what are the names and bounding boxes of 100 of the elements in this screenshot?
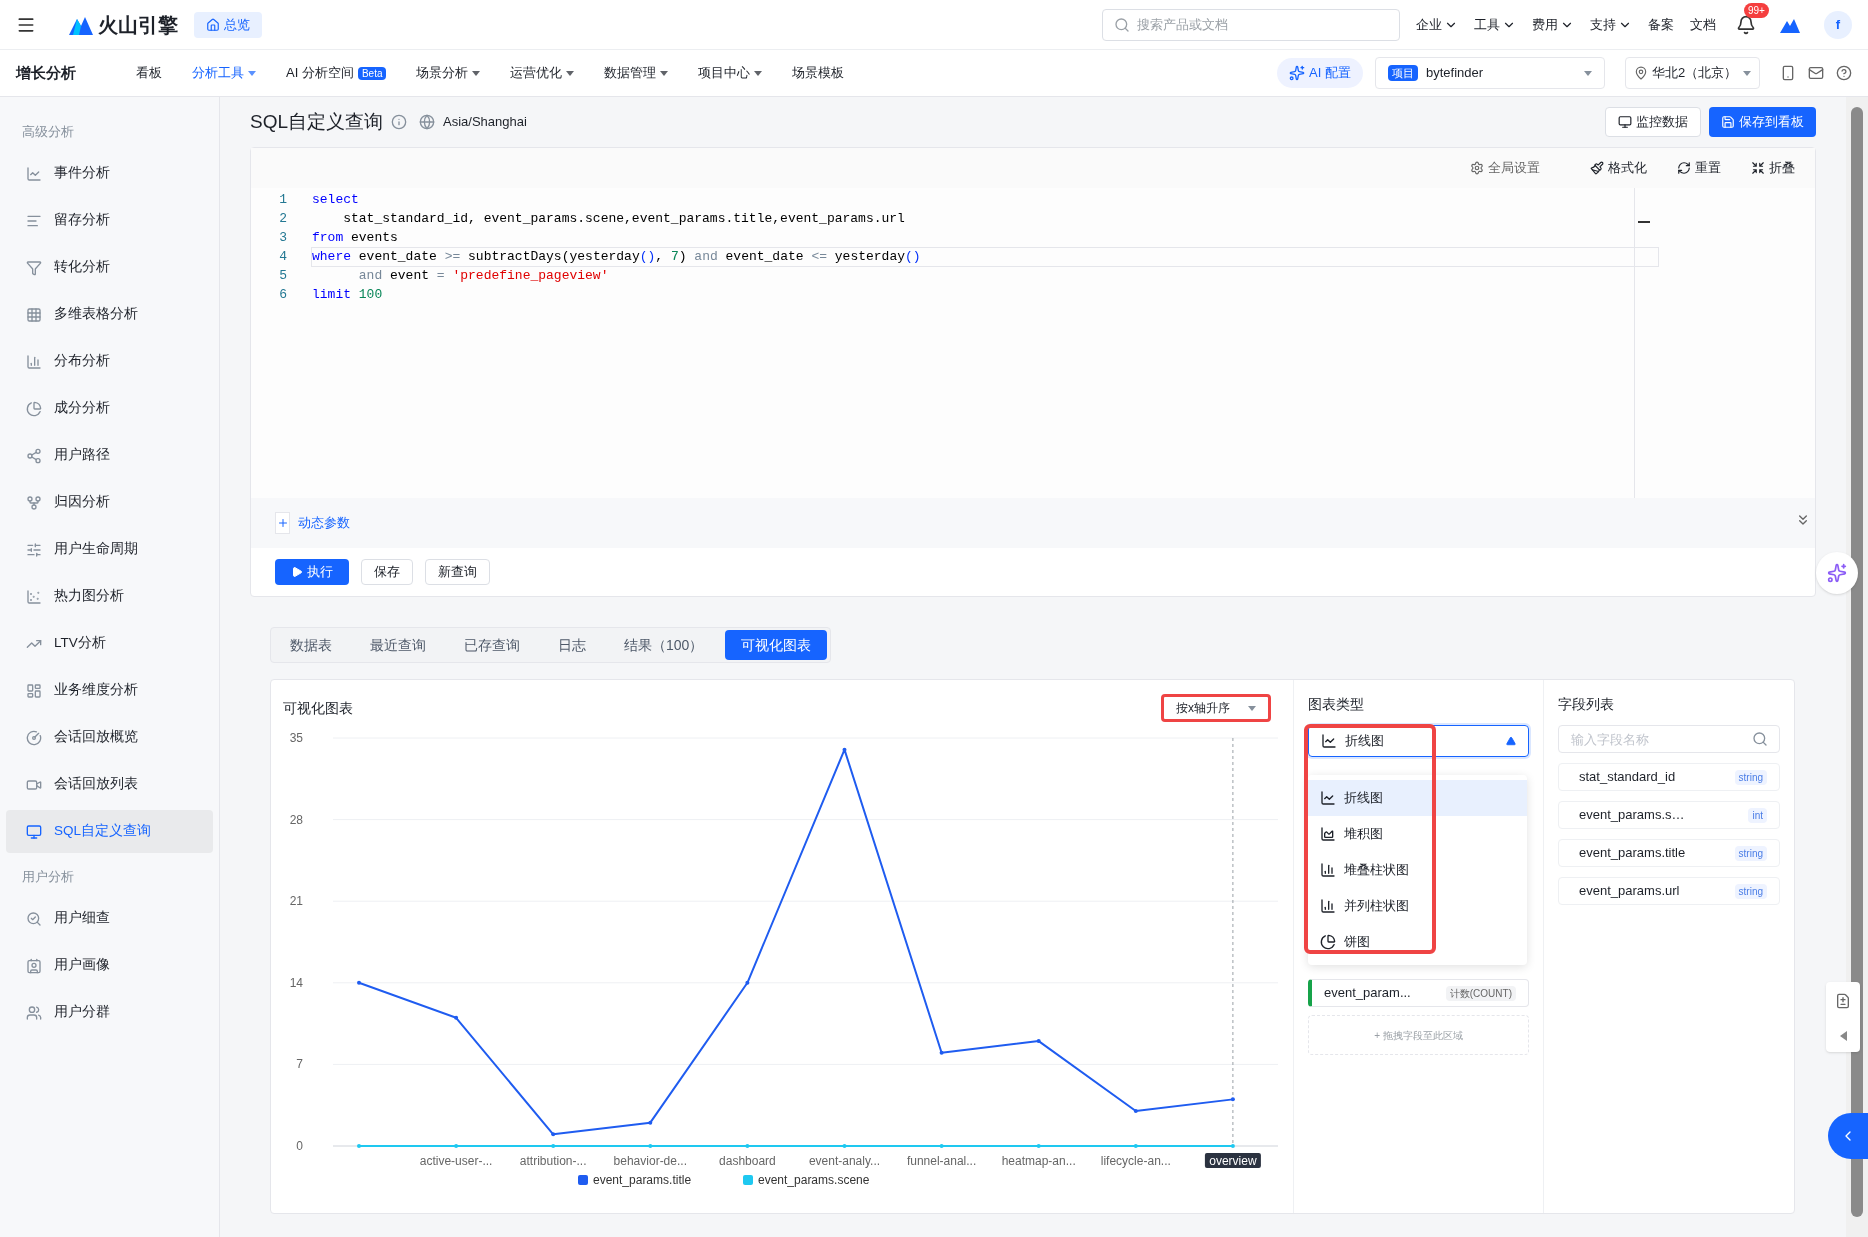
nav-tab[interactable]: 数据管理	[604, 63, 669, 83]
sidebar-item[interactable]: 多维表格分析	[6, 293, 213, 336]
result-tab[interactable]: 最近查询	[354, 630, 442, 660]
aggregation-tag: 计数(COUNT)	[1445, 985, 1516, 1001]
top-menu-item[interactable]: 工具	[1474, 14, 1516, 35]
region-select[interactable]: 华北2（北京）	[1625, 57, 1760, 89]
sidebar-item[interactable]: 热力图分析	[6, 575, 213, 618]
editor-tool-button[interactable]: 折叠	[1751, 158, 1795, 178]
dynamic-params-link[interactable]: 动态参数	[298, 513, 350, 533]
nav-tab[interactable]: 场景模板	[792, 63, 845, 83]
sidebar-item[interactable]: 会话回放列表	[6, 763, 213, 806]
chart-type-option[interactable]: 饼图	[1308, 924, 1527, 960]
top-menu-item[interactable]: 备案	[1648, 14, 1674, 35]
collapse-icon[interactable]	[1839, 1031, 1847, 1041]
chart-type-option[interactable]: 堆叠柱状图	[1308, 852, 1527, 888]
field-item[interactable]: event_params.s… int	[1558, 801, 1780, 829]
sidebar-item[interactable]: LTV分析	[6, 622, 213, 665]
sort-select[interactable]: 按x轴升序	[1161, 694, 1271, 722]
header-button[interactable]: 保存到看板	[1709, 107, 1816, 137]
editor-tool-button[interactable]: 全局设置	[1470, 158, 1540, 178]
header-button[interactable]: 监控数据	[1605, 107, 1701, 137]
sidebar-item[interactable]: 分布分析	[6, 340, 213, 383]
chart-type-select[interactable]: 折线图	[1308, 725, 1529, 757]
chart-type-option[interactable]: 堆积图	[1308, 816, 1527, 852]
scatter-icon	[26, 588, 42, 605]
data-point	[648, 1144, 653, 1148]
data-point	[842, 1144, 847, 1148]
axis-tick-label: 0	[296, 1139, 303, 1153]
phone-icon[interactable]	[1780, 65, 1796, 81]
axis-category-label: event-analy...	[808, 1154, 881, 1168]
legend-label: event_params.title	[593, 1173, 692, 1187]
overview-button[interactable]: 总览	[194, 11, 262, 38]
sidebar-item[interactable]: 归因分析	[6, 481, 213, 524]
ai-config-button[interactable]: AI 配置	[1277, 58, 1363, 88]
field-item[interactable]: event_params.url string	[1558, 877, 1780, 905]
project-select[interactable]: 项目 bytefinder	[1375, 57, 1605, 89]
document-icon[interactable]	[1835, 993, 1851, 1009]
sidebar-item[interactable]: SQL自定义查询	[6, 810, 213, 853]
sidebar-item[interactable]: 业务维度分析	[6, 669, 213, 712]
line-number: 3	[278, 228, 288, 247]
scrollbar-thumb[interactable]	[1851, 107, 1863, 1217]
top-menu-item[interactable]: 费用	[1532, 14, 1574, 35]
project-tag: 项目	[1388, 65, 1418, 81]
chart-type-option[interactable]: 并列柱状图	[1308, 888, 1527, 924]
nav-tab[interactable]: 项目中心	[698, 63, 763, 83]
search-field[interactable]: 搜索产品或文档	[1102, 8, 1400, 41]
line-number: 6	[278, 285, 288, 304]
chart-type-option[interactable]: 折线图	[1308, 780, 1527, 816]
sidebar-item[interactable]: 会话回放概览	[6, 716, 213, 759]
sidebar-item[interactable]: 转化分析	[6, 246, 213, 289]
avatar[interactable]: f	[1824, 10, 1852, 39]
nav-tab[interactable]: 分析工具	[192, 63, 256, 83]
code-line: from events	[311, 228, 399, 247]
nav-tab[interactable]: 运营优化	[510, 63, 575, 83]
result-tab[interactable]: 结果（100）	[608, 630, 720, 660]
sidebar-item[interactable]: 留存分析	[6, 199, 213, 242]
sidebar-item[interactable]: 用户分群	[6, 991, 213, 1034]
sidebar-item[interactable]: 用户画像	[6, 944, 213, 987]
mail-icon[interactable]	[1808, 65, 1824, 81]
editor-tool-button[interactable]: 格式化	[1590, 158, 1647, 178]
sidebar-item[interactable]: 事件分析	[6, 152, 213, 195]
editor-tool-button[interactable]: 重置	[1677, 158, 1721, 178]
data-point	[1230, 1097, 1235, 1102]
bell-icon[interactable]	[1736, 14, 1756, 35]
sidebar-item[interactable]: 用户细查	[6, 897, 213, 940]
axis-tick-label: 21	[289, 894, 303, 909]
help-icon[interactable]	[1836, 65, 1852, 81]
layout-icon	[26, 682, 42, 699]
type-tag: string	[1734, 769, 1767, 785]
sidebar-item[interactable]: 成分分析	[6, 387, 213, 430]
ai-float-button[interactable]	[1816, 552, 1858, 594]
sidebar-item[interactable]: 用户生命周期	[6, 528, 213, 571]
result-tab[interactable]: 可视化图表	[725, 630, 828, 660]
result-tab[interactable]: 数据表	[274, 630, 348, 660]
home-icon	[206, 17, 220, 32]
top-menu-item[interactable]: 企业	[1416, 14, 1458, 35]
editor-button[interactable]: 执行	[275, 559, 349, 585]
sparkle-icon	[1827, 563, 1847, 583]
field-item[interactable]: event_params.title string	[1558, 839, 1780, 867]
editor-button[interactable]: 保存	[361, 559, 413, 585]
top-menu-item[interactable]: 支持	[1590, 14, 1632, 35]
sidebar-item[interactable]: 用户路径	[6, 434, 213, 477]
nav-tab[interactable]: AI 分析空间 Beta	[286, 63, 387, 83]
nav-tab[interactable]: 场景分析	[416, 63, 481, 83]
field-search[interactable]: 输入字段名称	[1558, 725, 1780, 753]
location-icon	[1634, 66, 1648, 80]
line-number: 2	[278, 209, 288, 228]
editor-button[interactable]: 新查询	[425, 559, 490, 585]
data-point	[939, 1144, 944, 1148]
expand-button[interactable]	[1828, 1113, 1868, 1159]
field-item[interactable]: stat_standard_id string	[1558, 763, 1780, 791]
top-menu-item[interactable]: 文档	[1690, 14, 1716, 35]
data-point	[1230, 1144, 1235, 1148]
result-tab[interactable]: 已存查询	[448, 630, 536, 660]
info-icon[interactable]	[391, 114, 408, 130]
pie-chart-icon	[1320, 934, 1336, 950]
nav-tab[interactable]: 看板	[136, 63, 162, 83]
field-name: event_params.title	[1579, 844, 1686, 863]
result-tab[interactable]: 日志	[542, 630, 602, 660]
axis-category-label: dashboard	[719, 1154, 776, 1168]
